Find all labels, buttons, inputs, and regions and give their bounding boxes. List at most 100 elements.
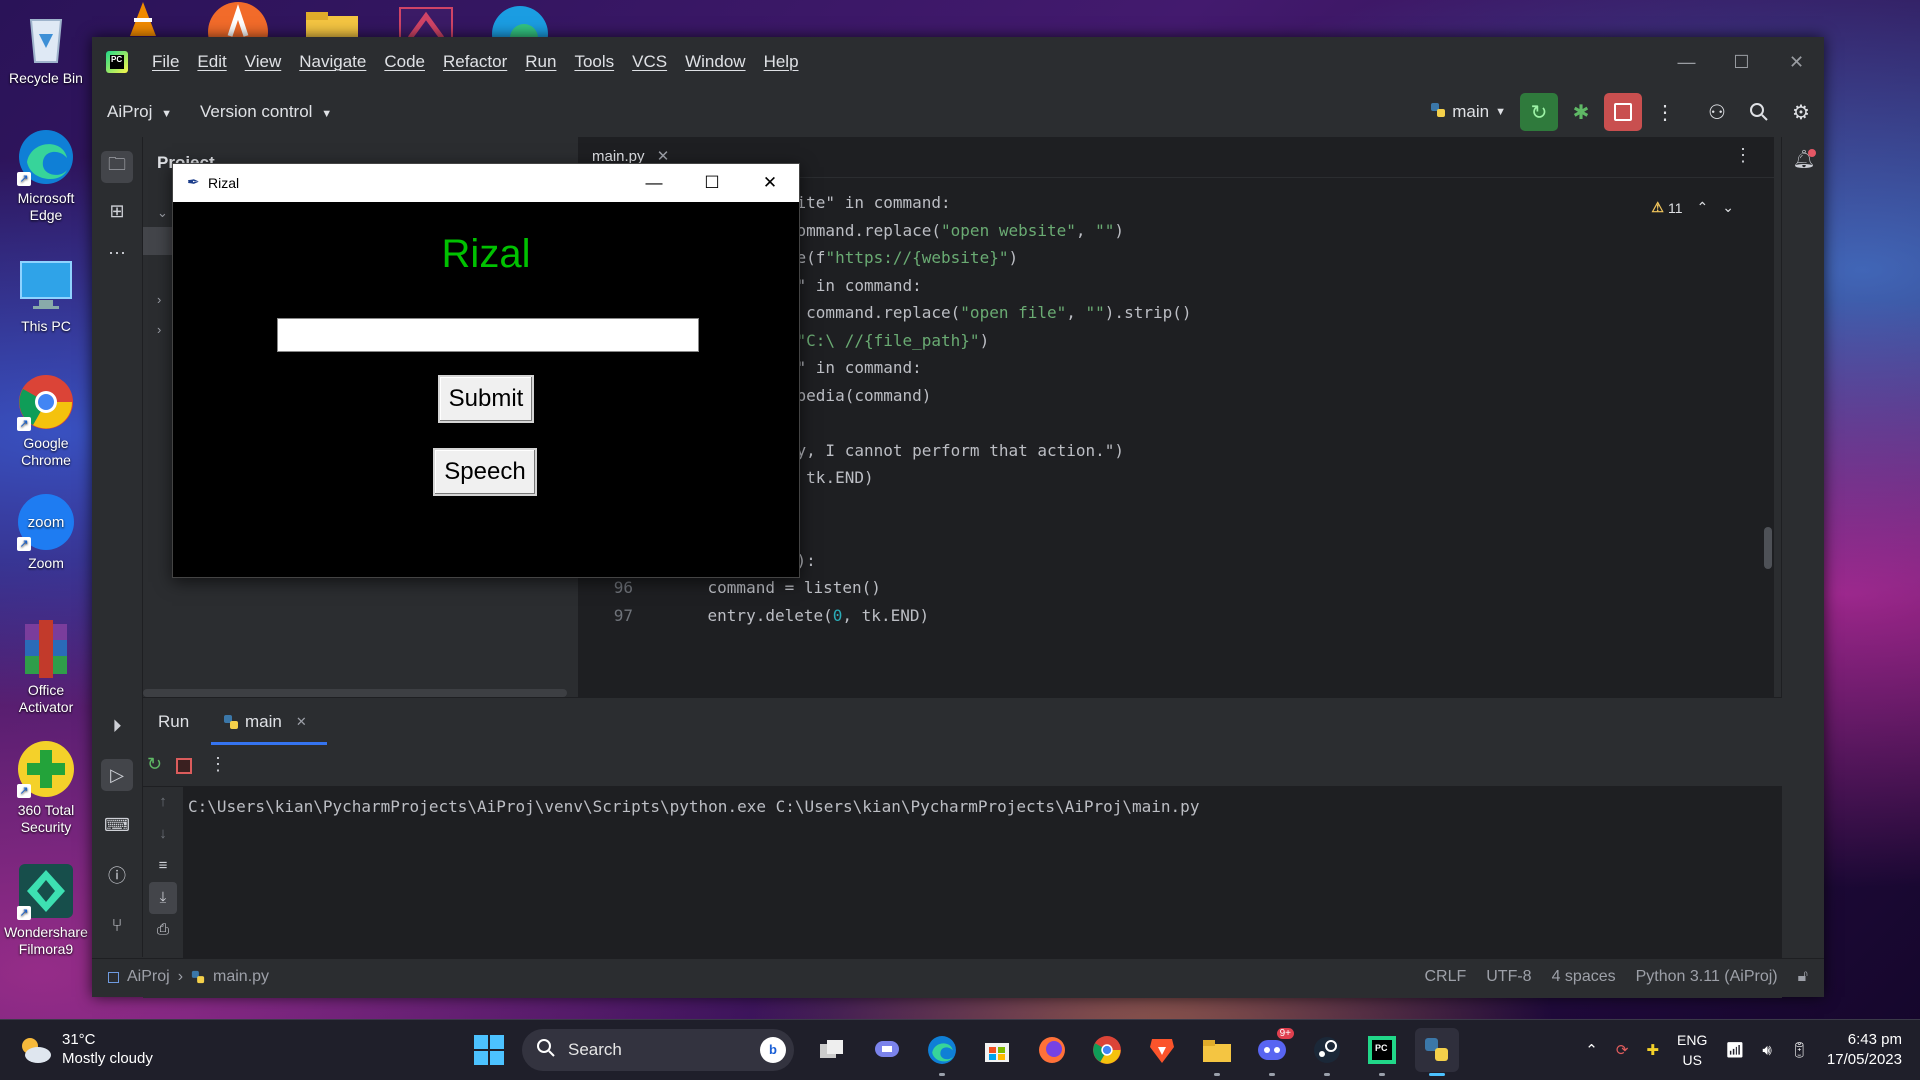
store-taskbar-button[interactable] <box>975 1028 1019 1072</box>
clock[interactable]: 6:43 pm 17/05/2023 <box>1827 1030 1902 1070</box>
task-view-button[interactable] <box>810 1028 854 1072</box>
menu-help[interactable]: Help <box>764 52 799 72</box>
desktop-icon-360-security[interactable]: ↗ 360 Total Security <box>0 740 92 836</box>
minimize-icon[interactable]: — <box>625 164 683 202</box>
editor-more-icon[interactable]: ⋮ <box>1734 145 1752 166</box>
rerun-button[interactable]: ↻ <box>1520 93 1558 131</box>
wifi-icon[interactable]: 📶︎ <box>1725 1041 1744 1059</box>
menu-tools[interactable]: Tools <box>574 52 614 72</box>
interpreter-widget[interactable]: Python 3.11 (AiProj) <box>1636 968 1778 986</box>
menu-navigate[interactable]: Navigate <box>299 52 366 72</box>
desktop-icon-this-pc[interactable]: This PC <box>0 256 92 335</box>
tree-chevron-icon[interactable]: › <box>157 292 161 307</box>
editor-scrollbar-thumb[interactable] <box>1764 527 1772 569</box>
scroll-to-end-icon[interactable]: ⤓ <box>149 882 177 914</box>
avast-icon[interactable] <box>208 0 268 62</box>
desktop-icon-edge[interactable]: ↗ Microsoft Edge <box>0 128 92 224</box>
services-tool-button[interactable]: ⏵ <box>101 710 133 742</box>
submit-button[interactable]: Submit <box>438 375 534 423</box>
edge-beta-icon[interactable] <box>490 0 548 62</box>
taskbar-search-box[interactable]: Search b <box>522 1029 794 1071</box>
project-selector[interactable]: AiProj ▼ <box>107 102 172 122</box>
discord-taskbar-button[interactable]: 9+ <box>1250 1028 1294 1076</box>
line-separator-widget[interactable]: CRLF <box>1424 968 1466 986</box>
run-config-selector[interactable]: main ▼ <box>1430 102 1506 123</box>
sync-icon[interactable]: ⟳ <box>1616 1041 1629 1059</box>
problems-tool-button[interactable]: ⓘ <box>101 859 133 891</box>
horizontal-scrollbar[interactable] <box>143 689 567 697</box>
tree-chevron-icon[interactable]: › <box>157 322 161 337</box>
menu-view[interactable]: View <box>245 52 282 72</box>
minimize-icon[interactable]: — <box>1659 37 1714 87</box>
search-everywhere-button[interactable] <box>1740 93 1778 131</box>
close-icon[interactable]: ✕ <box>1769 37 1824 87</box>
git-tool-button[interactable]: ⑂ <box>101 909 133 941</box>
maximize-icon[interactable]: ☐ <box>683 164 741 202</box>
firefox-taskbar-button[interactable] <box>1030 1028 1074 1072</box>
breadcrumb-file[interactable]: main.py <box>213 968 269 986</box>
volume-icon[interactable]: 🔊︎ <box>1762 1042 1771 1059</box>
malwarebytes-icon[interactable] <box>398 0 453 40</box>
command-input[interactable] <box>277 318 699 352</box>
python-tk-taskbar-button[interactable] <box>1415 1028 1459 1076</box>
folder-icon[interactable] <box>304 0 358 38</box>
brave-taskbar-button[interactable] <box>1140 1028 1184 1072</box>
version-control-selector[interactable]: Version control ▼ <box>200 102 332 122</box>
lock-icon[interactable]: 🔓︎ <box>1798 968 1808 986</box>
chrome-taskbar-button[interactable] <box>1085 1028 1129 1072</box>
language-indicator[interactable]: ENG US <box>1677 1030 1707 1070</box>
edge-taskbar-button[interactable] <box>920 1028 964 1076</box>
weather-widget[interactable]: 31°C Mostly cloudy <box>18 1030 153 1068</box>
windows-start-button[interactable] <box>474 1035 504 1065</box>
vlc-icon[interactable] <box>126 0 180 38</box>
desktop-icon-filmora[interactable]: ↗ Wondershare Filmora9 <box>0 862 92 958</box>
close-tab-icon[interactable]: ✕ <box>296 714 307 730</box>
run-tool-button[interactable]: ▷ <box>101 759 133 791</box>
menu-refactor[interactable]: Refactor <box>443 52 507 72</box>
maximize-icon[interactable]: ☐ <box>1714 37 1769 87</box>
soft-wrap-icon[interactable]: ≡ <box>143 850 183 882</box>
menu-code[interactable]: Code <box>384 52 425 72</box>
pycharm-logo-icon[interactable]: PC <box>106 51 128 73</box>
menu-edit[interactable]: Edit <box>197 52 226 72</box>
more-actions-button[interactable]: ⋮ <box>1646 93 1684 131</box>
encoding-widget[interactable]: UTF-8 <box>1486 968 1531 986</box>
menu-file[interactable]: File <box>152 52 179 72</box>
more-vertical-icon[interactable]: ⋮ <box>209 754 227 775</box>
rerun-icon[interactable]: ↻ <box>147 754 162 775</box>
desktop-icon-zoom[interactable]: zoom ↗ Zoom <box>0 493 92 572</box>
breadcrumb-project[interactable]: AiProj <box>127 968 170 986</box>
tree-chevron-icon[interactable]: ⌄ <box>157 205 168 221</box>
speech-button[interactable]: Speech <box>433 448 537 496</box>
more-tools-button[interactable]: ⋯ <box>101 237 133 269</box>
project-tool-button[interactable]: 🗀 <box>101 151 133 183</box>
menu-vcs[interactable]: VCS <box>632 52 667 72</box>
steam-taskbar-button[interactable] <box>1305 1028 1349 1076</box>
desktop-icon-chrome[interactable]: ↗ Google Chrome <box>0 373 92 469</box>
battery-icon[interactable]: 🔋︎ <box>1790 1041 1809 1059</box>
arrow-down-icon[interactable]: ↓ <box>143 818 183 850</box>
teams-chat-button[interactable] <box>865 1028 909 1072</box>
explorer-taskbar-button[interactable] <box>1195 1028 1239 1076</box>
structure-tool-button[interactable]: ⊞ <box>101 195 133 227</box>
stop-button[interactable] <box>1604 93 1642 131</box>
desktop-icon-office-activator[interactable]: Office Activator <box>0 620 92 716</box>
menu-run[interactable]: Run <box>525 52 556 72</box>
debug-button[interactable]: ✱ <box>1562 93 1600 131</box>
print-icon[interactable]: ⎙ <box>143 914 183 946</box>
add-user-button[interactable]: ⚇ <box>1698 93 1736 131</box>
run-console[interactable]: C:\Users\kian\PycharmProjects\AiProj\ven… <box>183 786 1782 958</box>
pycharm-taskbar-button[interactable]: PC <box>1360 1028 1404 1076</box>
desktop-icon-recycle-bin[interactable]: Recycle Bin <box>0 8 92 87</box>
close-icon[interactable]: ✕ <box>741 164 799 202</box>
arrow-up-icon[interactable]: ↑ <box>143 786 183 818</box>
notifications-button[interactable]: 🔔︎ <box>1790 149 1818 177</box>
menu-window[interactable]: Window <box>685 52 745 72</box>
indent-widget[interactable]: 4 spaces <box>1552 968 1616 986</box>
security-tray-icon[interactable]: ✚ <box>1646 1041 1659 1059</box>
terminal-tool-button[interactable]: ⌨ <box>101 809 133 841</box>
settings-button[interactable]: ⚙ <box>1782 93 1820 131</box>
stop-icon[interactable] <box>176 758 192 774</box>
chevron-up-icon[interactable]: ⌃ <box>1585 1041 1598 1059</box>
run-tab-main[interactable]: main ✕ <box>223 712 307 732</box>
